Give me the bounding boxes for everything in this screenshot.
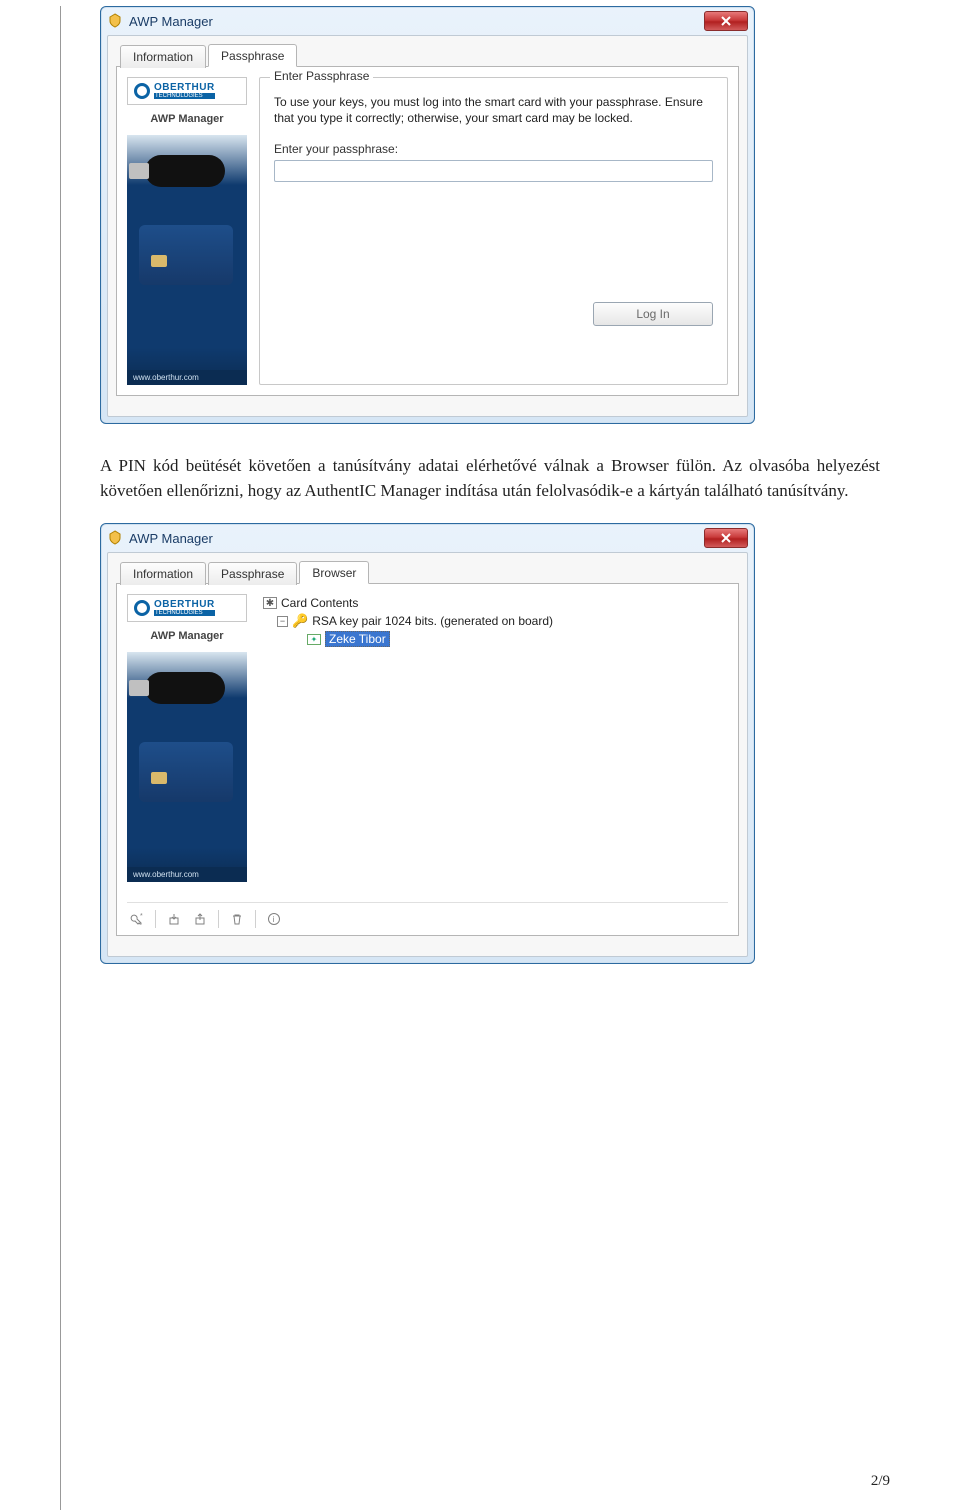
sidebar: OBERTHUR TECHNOLOGIES AWP Manager www.ob… bbox=[127, 594, 247, 882]
import-button[interactable] bbox=[164, 909, 184, 929]
window-title: AWP Manager bbox=[129, 14, 704, 29]
tree-keypair[interactable]: − 🔑 RSA key pair 1024 bits. (generated o… bbox=[263, 612, 724, 630]
key-icon: 🔑 bbox=[292, 613, 308, 629]
window-body: Information Passphrase Browser OBERTHUR … bbox=[107, 552, 748, 957]
close-button[interactable] bbox=[704, 11, 748, 31]
sidebar-graphic: www.oberthur.com bbox=[127, 652, 247, 882]
body-paragraph: A PIN kód beütését követően a tanúsítván… bbox=[100, 454, 880, 503]
brand-name: OBERTHUR bbox=[154, 600, 215, 610]
export-button[interactable] bbox=[190, 909, 210, 929]
smartcard-icon bbox=[139, 225, 233, 285]
tabstrip: Information Passphrase Browser bbox=[116, 561, 739, 584]
login-button[interactable]: Log In bbox=[593, 302, 713, 326]
app-icon bbox=[107, 13, 123, 29]
brand-subname: TECHNOLOGIES bbox=[154, 610, 215, 616]
brand-logo: OBERTHUR TECHNOLOGIES bbox=[127, 594, 247, 622]
panel-legend: Enter Passphrase bbox=[270, 69, 373, 83]
tab-browser[interactable]: Browser bbox=[299, 561, 369, 584]
svg-text:*: * bbox=[140, 913, 143, 920]
sidebar-graphic: www.oberthur.com bbox=[127, 135, 247, 385]
smartcard-icon bbox=[139, 742, 233, 802]
tree-root-label: Card Contents bbox=[281, 596, 358, 610]
brand-mark-icon bbox=[134, 83, 150, 99]
usb-token-icon bbox=[145, 155, 225, 187]
tree-root[interactable]: ✱ Card Contents bbox=[263, 594, 724, 612]
delete-button[interactable] bbox=[227, 909, 247, 929]
browser-toolbar: * i bbox=[127, 902, 728, 929]
sidebar: OBERTHUR TECHNOLOGIES AWP Manager www.ob… bbox=[127, 77, 247, 385]
tab-passphrase[interactable]: Passphrase bbox=[208, 44, 297, 67]
certificate-icon: ✦ bbox=[307, 634, 321, 645]
app-icon bbox=[107, 530, 123, 546]
awp-window-passphrase: AWP Manager Information Passphrase OBERT… bbox=[100, 6, 755, 424]
card-root-icon: ✱ bbox=[263, 597, 277, 609]
awp-window-browser: AWP Manager Information Passphrase Brows… bbox=[100, 523, 755, 964]
tree-cert-label: Zeke Tibor bbox=[325, 631, 390, 647]
toolbar-separator bbox=[255, 910, 256, 928]
close-button[interactable] bbox=[704, 528, 748, 548]
titlebar: AWP Manager bbox=[101, 7, 754, 35]
passphrase-label: Enter your passphrase: bbox=[274, 142, 713, 156]
tab-information[interactable]: Information bbox=[120, 45, 206, 68]
usb-token-icon bbox=[145, 672, 225, 704]
tabstrip: Information Passphrase bbox=[116, 44, 739, 67]
sidebar-product: AWP Manager bbox=[127, 113, 247, 125]
brand-name: OBERTHUR bbox=[154, 83, 215, 93]
titlebar: AWP Manager bbox=[101, 524, 754, 552]
toolbar-separator bbox=[218, 910, 219, 928]
tree-keypair-label: RSA key pair 1024 bits. (generated on bo… bbox=[312, 614, 553, 628]
tree-cert[interactable]: ✦ Zeke Tibor bbox=[263, 630, 724, 648]
sidebar-product: AWP Manager bbox=[127, 630, 247, 642]
window-title: AWP Manager bbox=[129, 531, 704, 546]
window-body: Information Passphrase OBERTHUR TECHNOLO… bbox=[107, 35, 748, 417]
info-button[interactable]: i bbox=[264, 909, 284, 929]
tab-content: OBERTHUR TECHNOLOGIES AWP Manager www.ob… bbox=[116, 66, 739, 396]
brand-logo: OBERTHUR TECHNOLOGIES bbox=[127, 77, 247, 105]
brand-mark-icon bbox=[134, 600, 150, 616]
passphrase-panel: Enter Passphrase To use your keys, you m… bbox=[259, 77, 728, 385]
page-left-margin bbox=[60, 6, 61, 1510]
passphrase-input[interactable] bbox=[274, 160, 713, 182]
collapse-icon[interactable]: − bbox=[277, 616, 288, 627]
tab-passphrase[interactable]: Passphrase bbox=[208, 562, 297, 585]
page-number: 2/9 bbox=[871, 1473, 890, 1490]
sidebar-url: www.oberthur.com bbox=[127, 370, 247, 385]
brand-subname: TECHNOLOGIES bbox=[154, 93, 215, 99]
card-tree[interactable]: ✱ Card Contents − 🔑 RSA key pair 1024 bi… bbox=[259, 594, 728, 882]
svg-text:i: i bbox=[273, 915, 275, 924]
tab-information[interactable]: Information bbox=[120, 562, 206, 585]
sidebar-url: www.oberthur.com bbox=[127, 867, 247, 882]
instructions-text: To use your keys, you must log into the … bbox=[274, 94, 713, 126]
tab-content: OBERTHUR TECHNOLOGIES AWP Manager www.ob… bbox=[116, 583, 739, 936]
toolbar-separator bbox=[155, 910, 156, 928]
generate-key-button[interactable]: * bbox=[127, 909, 147, 929]
